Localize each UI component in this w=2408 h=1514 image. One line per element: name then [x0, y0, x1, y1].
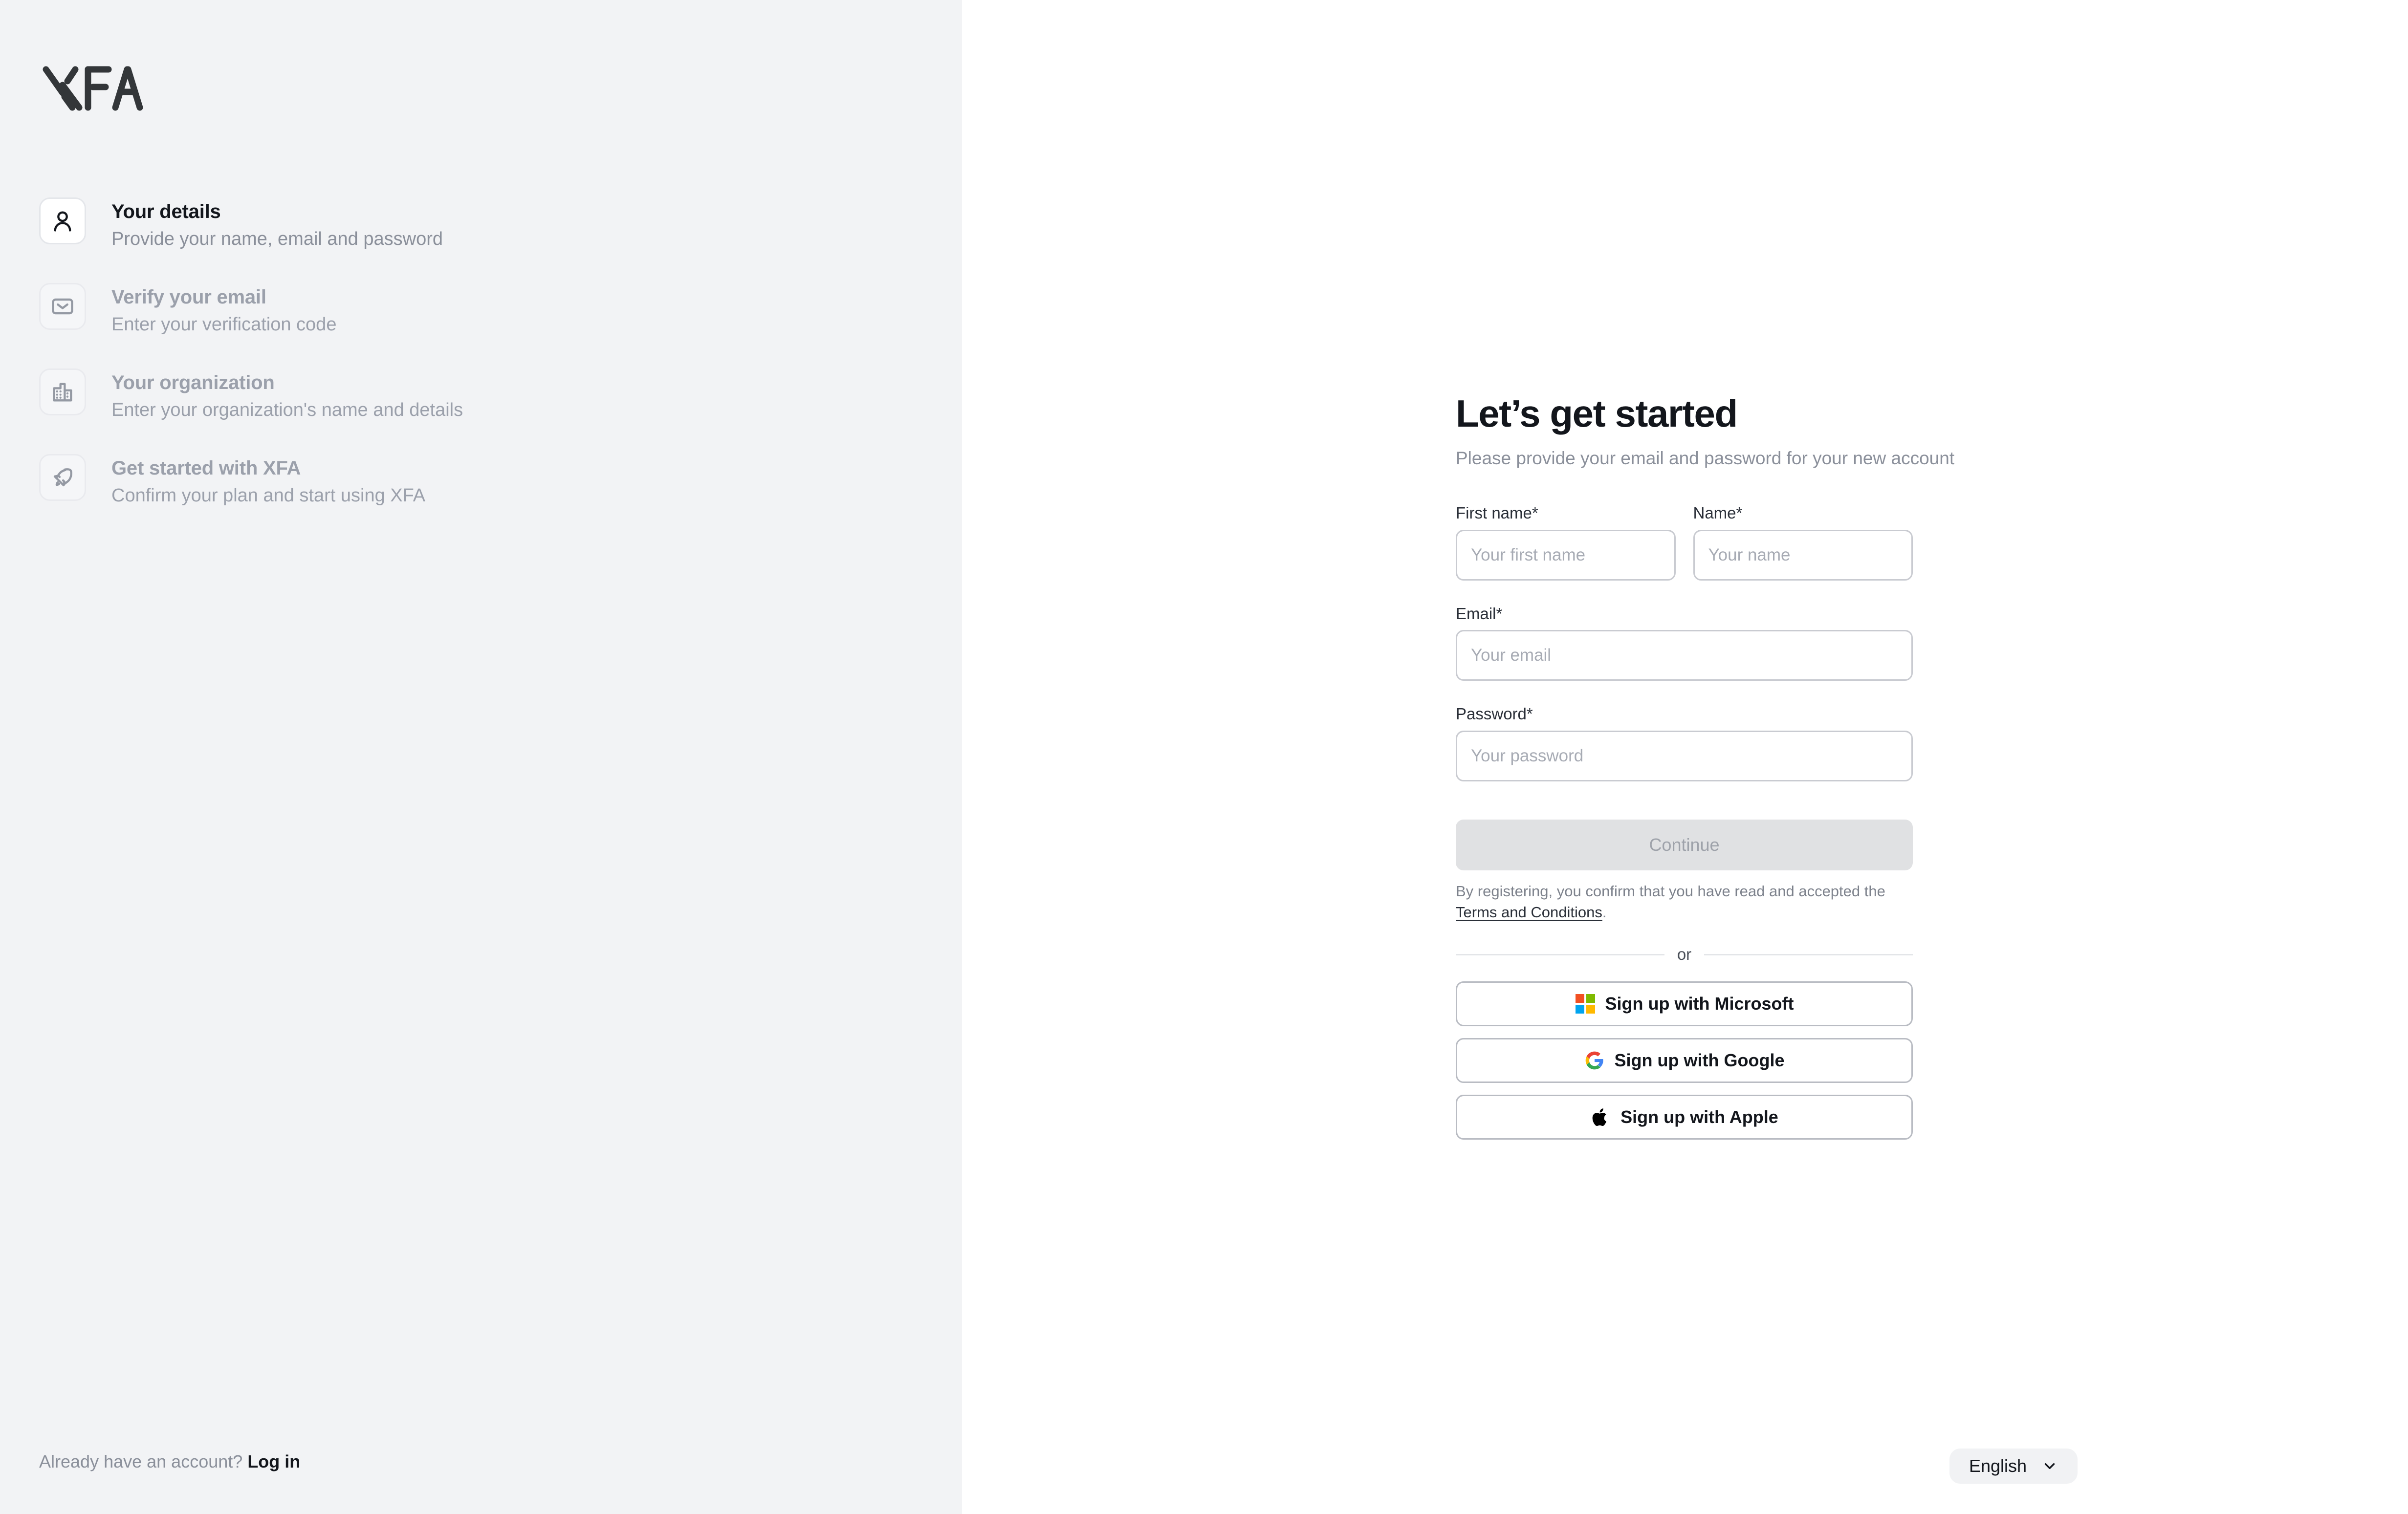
email-field-group: Email* — [1456, 604, 1913, 681]
step-title: Verify your email — [111, 286, 266, 308]
sign-up-with-google-button[interactable]: Sign up with Google — [1456, 1038, 1913, 1083]
email-input[interactable] — [1456, 630, 1913, 681]
continue-button[interactable]: Continue — [1456, 819, 1913, 870]
last-name-field-group: Name* — [1693, 503, 1913, 581]
page-subtitle: Please provide your email and password f… — [1456, 448, 1955, 468]
step-title: Your organization — [111, 372, 275, 393]
sign-up-with-microsoft-button[interactable]: Sign up with Microsoft — [1456, 981, 1913, 1027]
step-subtitle: Enter your organization's name and detai… — [111, 400, 463, 421]
onboarding-steps: Your details Provide your name, email an… — [39, 197, 923, 540]
terms-and-conditions-link[interactable]: Terms and Conditions — [1456, 904, 1602, 921]
language-selector[interactable]: English — [1949, 1449, 2078, 1484]
login-prompt: Already have an account? Log in — [39, 1451, 300, 1472]
building-icon — [39, 368, 86, 415]
onboarding-sidebar: Your details Provide your name, email an… — [0, 0, 962, 1514]
signup-page: Your details Provide your name, email an… — [0, 0, 2408, 1514]
or-divider: or — [1456, 945, 1913, 964]
step-subtitle: Provide your name, email and password — [111, 229, 443, 250]
password-label: Password* — [1456, 705, 1533, 723]
rocket-icon — [39, 454, 86, 501]
password-field-group: Password* — [1456, 704, 1913, 781]
person-icon — [39, 197, 86, 244]
email-label: Email* — [1456, 604, 1503, 623]
terms-suffix: . — [1602, 903, 1607, 921]
password-input[interactable] — [1456, 730, 1913, 781]
sign-up-with-apple-button[interactable]: Sign up with Apple — [1456, 1095, 1913, 1140]
terms-text: By registering, you confirm that you hav… — [1456, 881, 1905, 923]
social-button-label: Sign up with Microsoft — [1605, 994, 1794, 1014]
step-your-details[interactable]: Your details Provide your name, email an… — [39, 197, 923, 283]
login-prompt-text: Already have an account? — [39, 1451, 243, 1471]
step-verify-your-email[interactable]: Verify your email Enter your verificatio… — [39, 283, 923, 368]
divider-line-left — [1456, 953, 1664, 955]
apple-icon — [1590, 1107, 1611, 1127]
google-icon — [1584, 1050, 1605, 1071]
last-name-label: Name* — [1693, 503, 1743, 522]
chevron-down-icon — [2041, 1458, 2058, 1474]
social-button-label: Sign up with Google — [1614, 1050, 1785, 1071]
signup-form: Let’s get started Please provide your em… — [1456, 392, 1955, 1140]
step-title: Get started with XFA — [111, 457, 301, 479]
step-your-organization[interactable]: Your organization Enter your organizatio… — [39, 368, 923, 454]
step-get-started-with-xfa[interactable]: Get started with XFA Confirm your plan a… — [39, 454, 923, 540]
terms-prefix: By registering, you confirm that you hav… — [1456, 882, 1885, 900]
first-name-label: First name* — [1456, 503, 1538, 522]
signup-main: Let’s get started Please provide your em… — [962, 0, 2408, 1514]
last-name-input[interactable] — [1693, 529, 1913, 581]
divider-label: or — [1677, 945, 1692, 964]
xfa-logo — [39, 55, 166, 113]
first-name-input[interactable] — [1456, 529, 1676, 581]
step-subtitle: Enter your verification code — [111, 314, 337, 335]
microsoft-icon — [1575, 994, 1596, 1014]
step-subtitle: Confirm your plan and start using XFA — [111, 485, 426, 506]
social-signup-list: Sign up with Microsoft Sign up with Goog… — [1456, 981, 1913, 1140]
first-name-field-group: First name* — [1456, 503, 1676, 581]
social-button-label: Sign up with Apple — [1620, 1107, 1778, 1127]
envelope-icon — [39, 283, 86, 330]
step-title: Your details — [111, 201, 221, 222]
log-in-link[interactable]: Log in — [247, 1451, 300, 1471]
name-fields-row: First name* Name* — [1456, 503, 1913, 581]
page-title: Let’s get started — [1456, 392, 1738, 435]
divider-line-right — [1704, 953, 1913, 955]
language-selector-value: English — [1969, 1456, 2027, 1476]
